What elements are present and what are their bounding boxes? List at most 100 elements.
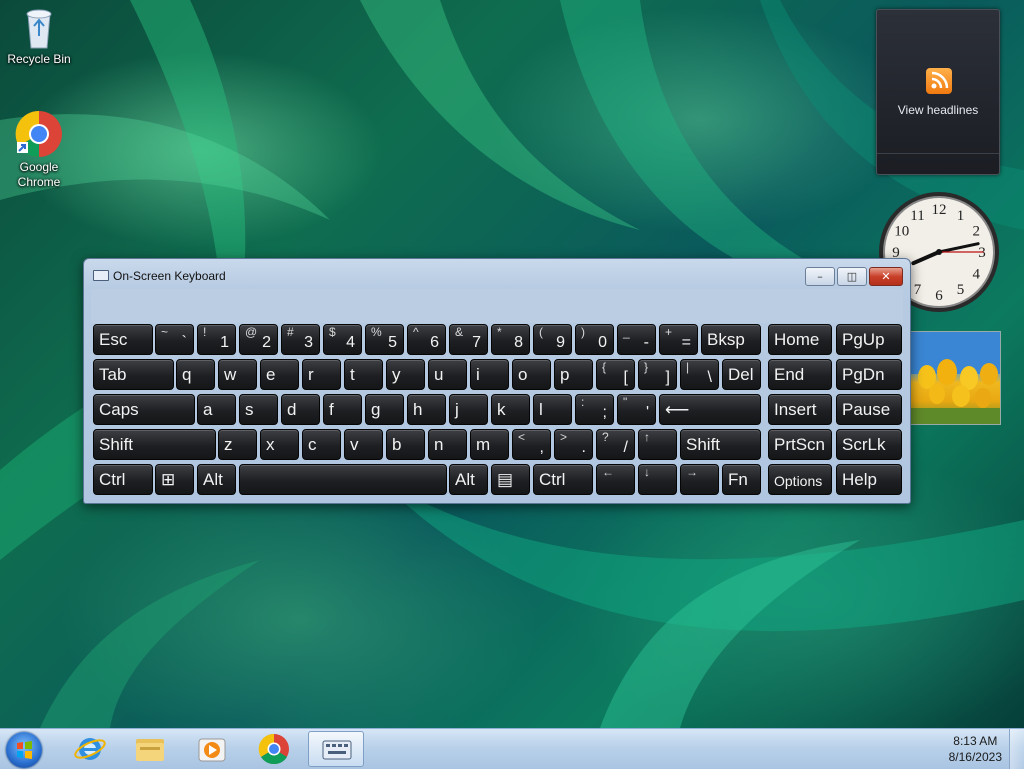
key-symbol[interactable]: }] <box>638 359 677 390</box>
key-enter[interactable]: ⟵ <box>659 394 761 425</box>
key-r[interactable]: r <box>302 359 341 390</box>
key-9[interactable]: (9 <box>533 324 572 355</box>
key-4[interactable]: $4 <box>323 324 362 355</box>
key-bksp[interactable]: Bksp <box>701 324 761 355</box>
key-symbol[interactable]: _ - <box>617 324 656 355</box>
key-ctrl[interactable]: Ctrl <box>533 464 593 495</box>
key-5[interactable]: % 5 <box>365 324 404 355</box>
key-o[interactable]: o <box>512 359 551 390</box>
key-3[interactable]: #3 <box>281 324 320 355</box>
desktop-icon-google-chrome[interactable]: Google Chrome <box>4 110 74 190</box>
key-insert[interactable]: Insert <box>768 394 832 425</box>
key-x[interactable]: x <box>260 429 299 460</box>
key-options[interactable]: Options <box>768 464 832 495</box>
key-p[interactable]: p <box>554 359 593 390</box>
restore-button[interactable]: ◫ <box>837 267 867 286</box>
key-tab[interactable]: Tab <box>93 359 174 390</box>
key-7[interactable]: & 7 <box>449 324 488 355</box>
key-symbol[interactable]: ? / <box>596 429 635 460</box>
key-shift-label: " <box>623 395 628 409</box>
key-h[interactable]: h <box>407 394 446 425</box>
key-s[interactable]: s <box>239 394 278 425</box>
taskbar-internet-explorer[interactable] <box>62 731 118 767</box>
slideshow-gadget[interactable] <box>906 331 1001 425</box>
key-ctrl[interactable]: Ctrl <box>93 464 153 495</box>
key-symbol[interactable]: | \ <box>680 359 719 390</box>
key-esc[interactable]: Esc <box>93 324 153 355</box>
key-alt[interactable]: Alt <box>449 464 488 495</box>
desktop-icon-recycle-bin[interactable]: Recycle Bin <box>4 6 74 67</box>
key-label: Shift <box>99 435 134 454</box>
key-symbol[interactable]: :; <box>575 394 614 425</box>
clock-numeral: 4 <box>972 267 980 283</box>
key-i[interactable]: i <box>470 359 509 390</box>
key-alt[interactable]: Alt <box>197 464 236 495</box>
key-k[interactable]: k <box>491 394 530 425</box>
key-f[interactable]: f <box>323 394 362 425</box>
key-help[interactable]: Help <box>836 464 902 495</box>
key-caps[interactable]: Caps <box>93 394 195 425</box>
key-space[interactable] <box>239 464 447 495</box>
key-arrow-up[interactable]: ↑ <box>638 429 677 460</box>
key-2[interactable]: @2 <box>239 324 278 355</box>
key-b[interactable]: b <box>386 429 425 460</box>
key-symbol[interactable]: <, <box>512 429 551 460</box>
key-u[interactable]: u <box>428 359 467 390</box>
key-l[interactable]: l <box>533 394 572 425</box>
taskbar-media-player[interactable] <box>184 731 240 767</box>
key-8[interactable]: * 8 <box>491 324 530 355</box>
key-windows[interactable]: ⊞ <box>155 464 194 495</box>
key-scrlk[interactable]: ScrLk <box>836 429 902 460</box>
key-pgdn[interactable]: PgDn <box>836 359 902 390</box>
key-pause[interactable]: Pause <box>836 394 902 425</box>
key-arrow-down[interactable]: ↓ <box>638 464 677 495</box>
key-6[interactable]: ^ 6 <box>407 324 446 355</box>
window-titlebar[interactable]: On-Screen Keyboard – ◫ ✕ <box>84 259 910 289</box>
feed-headlines-gadget[interactable]: View headlines <box>876 9 1000 175</box>
key-w[interactable]: w <box>218 359 257 390</box>
key-t[interactable]: t <box>344 359 383 390</box>
minimize-button[interactable]: – <box>805 267 835 286</box>
key-y[interactable]: y <box>386 359 425 390</box>
key-0[interactable]: ) 0 <box>575 324 614 355</box>
key-z[interactable]: z <box>218 429 257 460</box>
key-prtscn[interactable]: PrtScn <box>768 429 832 460</box>
taskbar-chrome[interactable] <box>246 731 302 767</box>
key-home[interactable]: Home <box>768 324 832 355</box>
key-j[interactable]: j <box>449 394 488 425</box>
key-e[interactable]: e <box>260 359 299 390</box>
key-menu[interactable]: ▤ <box>491 464 530 495</box>
close-button[interactable]: ✕ <box>869 267 903 286</box>
key-symbol[interactable]: " ' <box>617 394 656 425</box>
key-symbol[interactable]: {[ <box>596 359 635 390</box>
key-n[interactable]: n <box>428 429 467 460</box>
key-shift[interactable]: Shift <box>93 429 216 460</box>
key-d[interactable]: d <box>281 394 320 425</box>
taskbar-file-explorer[interactable] <box>122 731 178 767</box>
key-label: Alt <box>455 470 475 489</box>
taskbar-on-screen-keyboard[interactable] <box>308 731 364 767</box>
view-headlines-label[interactable]: View headlines <box>877 103 999 117</box>
on-screen-keyboard-window[interactable]: On-Screen Keyboard – ◫ ✕ Esc ~ `! 1 @2 #3 $4% 5… <box>83 258 911 504</box>
start-button[interactable] <box>6 732 42 768</box>
key-symbol[interactable]: ~ ` <box>155 324 194 355</box>
key-pgup[interactable]: PgUp <box>836 324 902 355</box>
show-desktop-button[interactable] <box>1009 729 1024 769</box>
key-symbol[interactable]: >. <box>554 429 593 460</box>
key-del[interactable]: Del <box>722 359 761 390</box>
key-fn[interactable]: Fn <box>722 464 761 495</box>
key-v[interactable]: v <box>344 429 383 460</box>
clock-numeral: 10 <box>894 224 909 240</box>
key-g[interactable]: g <box>365 394 404 425</box>
key-symbol[interactable]: + = <box>659 324 698 355</box>
key-1[interactable]: ! 1 <box>197 324 236 355</box>
system-clock[interactable]: 8:13 AM 8/16/2023 <box>949 733 1002 765</box>
key-q[interactable]: q <box>176 359 215 390</box>
key-arrow-left[interactable]: ← <box>596 464 635 495</box>
key-arrow-right[interactable]: → <box>680 464 719 495</box>
key-c[interactable]: c <box>302 429 341 460</box>
key-end[interactable]: End <box>768 359 832 390</box>
key-a[interactable]: a <box>197 394 236 425</box>
key-shift[interactable]: Shift <box>680 429 761 460</box>
key-m[interactable]: m <box>470 429 509 460</box>
